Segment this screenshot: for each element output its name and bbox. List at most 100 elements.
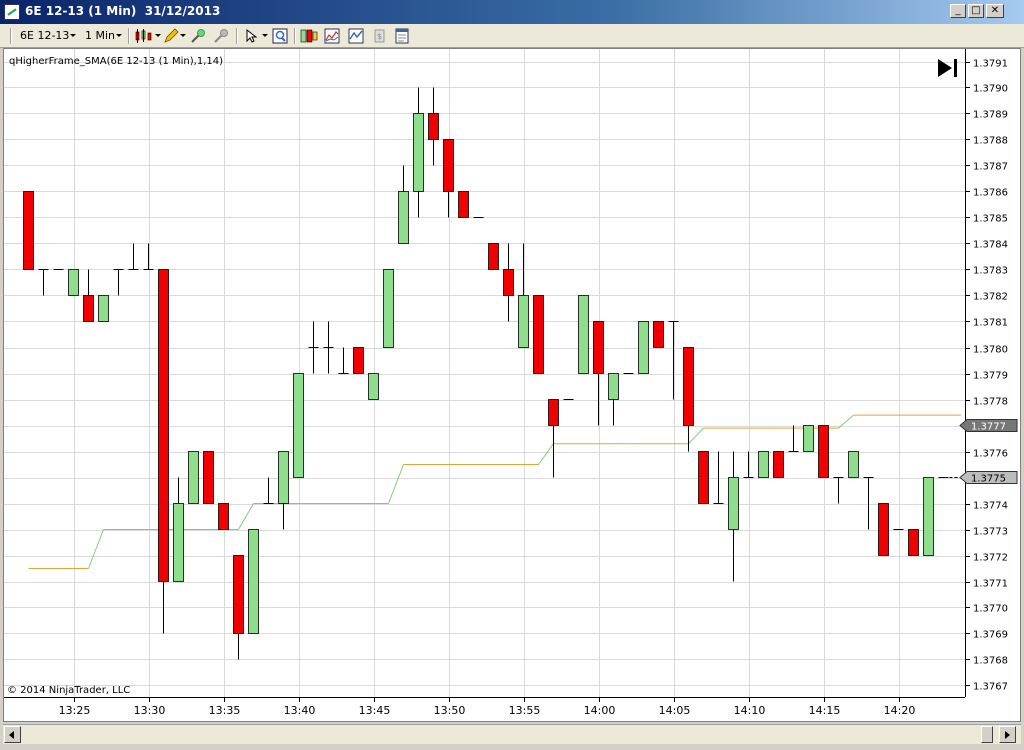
toolbar-separator: [294, 28, 296, 44]
y-tick-label: 1.3791: [973, 59, 1008, 70]
candlestick-style-icon[interactable]: [134, 28, 154, 44]
chevron-down-icon: [155, 34, 161, 37]
scroll-left-button[interactable]: [4, 726, 21, 743]
candle-body[interactable]: [398, 191, 409, 244]
y-tick-label: 1.3790: [973, 84, 1008, 95]
candle-body[interactable]: [383, 269, 394, 348]
candle-body[interactable]: [188, 451, 199, 504]
candle-body[interactable]: [653, 321, 664, 348]
candle-body[interactable]: [518, 295, 529, 348]
candle-body[interactable]: [503, 269, 514, 296]
candle-body[interactable]: [353, 347, 364, 374]
candle-body[interactable]: [23, 191, 34, 270]
y-tick-label: 1.3788: [973, 136, 1008, 147]
candle-body[interactable]: [698, 451, 709, 504]
interval-label: 1 Min: [85, 29, 116, 42]
minimize-button[interactable]: _: [950, 4, 966, 18]
candle-body[interactable]: [443, 139, 454, 192]
x-tick-label: 13:45: [359, 704, 391, 717]
cursor-icon[interactable]: [244, 28, 260, 44]
data-series-icon[interactable]: $: [372, 28, 388, 44]
maximize-button[interactable]: □: [968, 4, 984, 18]
y-tick-label: 1.3783: [973, 266, 1008, 277]
y-tick-label: 1.3781: [973, 318, 1008, 329]
candle-body[interactable]: [278, 451, 289, 504]
arrow-left-icon: [9, 731, 14, 739]
candle-body[interactable]: [818, 425, 829, 478]
toolbar-grip: [10, 28, 12, 44]
y-tick-label: 1.3773: [973, 527, 1008, 538]
price-chart[interactable]: 1.3767 1.3768 1.3769 1.3770 1.3771 1.3772 1.37…: [4, 49, 1020, 721]
candle-body[interactable]: [638, 321, 649, 374]
candle-body[interactable]: [803, 425, 814, 452]
candle-body[interactable]: [428, 113, 439, 140]
candle-body[interactable]: [533, 295, 544, 374]
jump-to-end-icon[interactable]: [938, 59, 952, 77]
candle-body[interactable]: [233, 555, 244, 634]
strategies-icon[interactable]: [348, 28, 364, 44]
candle-body[interactable]: [908, 529, 919, 556]
candle-body[interactable]: [68, 269, 79, 296]
candle-body[interactable]: [83, 295, 94, 322]
y-tick-label: 1.3768: [973, 656, 1008, 667]
candle-body[interactable]: [728, 477, 739, 530]
scroll-thumb[interactable]: [981, 726, 993, 743]
candle-body[interactable]: [548, 399, 559, 426]
candle-body[interactable]: [758, 451, 769, 478]
candle-body[interactable]: [593, 321, 604, 374]
data-box-icon[interactable]: [272, 28, 288, 44]
chevron-down-icon: [180, 34, 186, 37]
properties-icon[interactable]: [394, 28, 410, 44]
order-panel-icon[interactable]: [300, 28, 318, 44]
close-button[interactable]: ✕: [986, 4, 1004, 18]
indicators-icon[interactable]: [324, 28, 340, 44]
svg-text:$: $: [377, 32, 382, 41]
x-tick-label: 14:15: [809, 704, 841, 717]
y-tick-label: 1.3778: [973, 397, 1008, 408]
horizontal-scrollbar[interactable]: [3, 724, 1021, 744]
zoom-in-icon[interactable]: [190, 28, 206, 44]
candle-body[interactable]: [158, 269, 169, 582]
candle-body[interactable]: [683, 347, 694, 426]
window-title: 6E 12-13 (1 Min) 31/12/2013: [25, 4, 221, 18]
scroll-right-button[interactable]: [999, 726, 1016, 743]
y-tick-label: 1.3782: [973, 292, 1008, 303]
chevron-down-icon: [262, 34, 268, 37]
candle-body[interactable]: [173, 503, 184, 582]
x-tick-label: 14:10: [734, 704, 766, 717]
candle-body[interactable]: [608, 373, 619, 400]
candle-body[interactable]: [248, 529, 259, 634]
y-tick-label: 1.3789: [973, 110, 1008, 121]
candle-body[interactable]: [368, 373, 379, 400]
candle-body[interactable]: [293, 373, 304, 478]
y-tick-label: 1.3767: [973, 682, 1008, 693]
toolbar-separator: [236, 28, 238, 44]
pencil-icon[interactable]: [163, 28, 179, 44]
chart-panel[interactable]: 1.3767 1.3768 1.3769 1.3770 1.3771 1.3772 1.37…: [3, 48, 1021, 722]
candle-body[interactable]: [218, 503, 229, 530]
candle-body[interactable]: [878, 503, 889, 556]
candle-body[interactable]: [98, 295, 109, 322]
candle-body[interactable]: [203, 451, 214, 504]
candle-body[interactable]: [458, 191, 469, 218]
candle-body[interactable]: [848, 451, 859, 478]
chart-toolbar: 6E 12-13 1 Min $: [0, 24, 1024, 48]
zoom-out-icon[interactable]: [213, 28, 229, 44]
indicator-label: qHigherFrame_SMA(6E 12-13 (1 Min),1,14): [9, 56, 223, 67]
x-tick-label: 13:40: [284, 704, 316, 717]
candle-body[interactable]: [578, 295, 589, 374]
y-tick-label: 1.3776: [973, 449, 1008, 460]
toolbar-separator: [128, 28, 130, 44]
y-tick-label: 1.3780: [973, 345, 1008, 356]
arrow-right-icon: [1005, 731, 1010, 739]
candle-body[interactable]: [773, 451, 784, 478]
y-tick-label: 1.3770: [973, 604, 1008, 615]
candle-body[interactable]: [413, 113, 424, 192]
chevron-down-icon: [70, 34, 76, 37]
candle-body[interactable]: [923, 477, 934, 556]
y-tick-label: 1.3785: [973, 214, 1008, 225]
candle-body[interactable]: [488, 243, 499, 270]
y-tick-label: 1.3772: [973, 553, 1008, 564]
jump-to-end-bar[interactable]: [954, 59, 957, 77]
x-tick-label: 14:05: [659, 704, 691, 717]
